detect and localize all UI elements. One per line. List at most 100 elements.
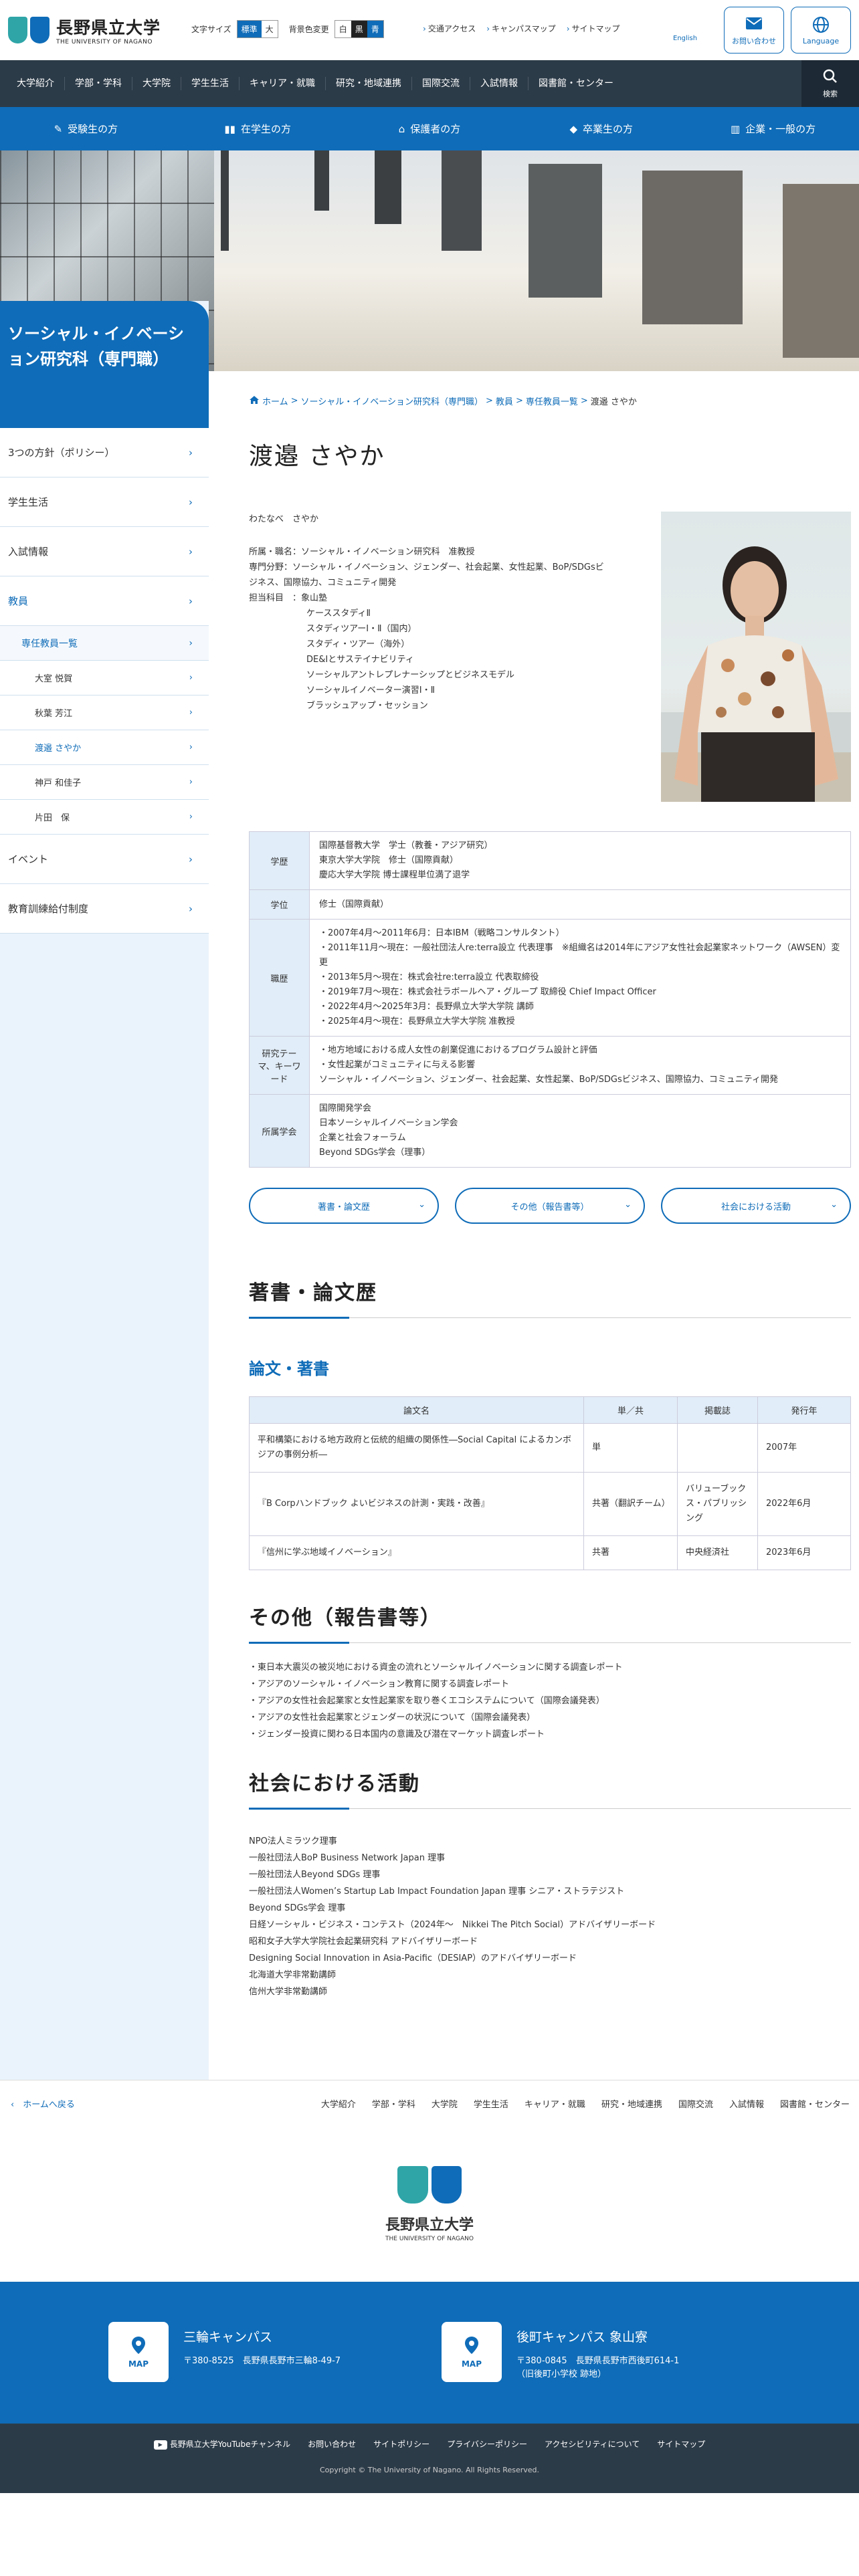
- footer-contact-link[interactable]: お問い合わせ: [308, 2438, 356, 2450]
- logo-name-ja: 長野県立大学: [56, 18, 161, 37]
- list-item: 一般社団法人Women’s Startup Lab Impact Foundat…: [249, 1887, 625, 1897]
- activities-list: NPO法人ミラツク理事 一般社団法人BoP Business Network J…: [249, 1833, 851, 2000]
- sidebar-item-events[interactable]: イベント ›: [0, 835, 209, 884]
- course-item: ソーシャルイノベーター演習Ⅰ・Ⅱ: [306, 685, 435, 695]
- chevron-right-icon: ›: [189, 673, 193, 683]
- breadcrumb-faculty[interactable]: 教員: [496, 395, 513, 407]
- footer-bottom: ▶ 長野県立大学YouTubeチャンネル お問い合わせ サイトポリシー プライバシ…: [0, 2424, 859, 2493]
- gnav-admission[interactable]: 入試情報: [470, 77, 529, 90]
- footer-nav-about[interactable]: 大学紹介: [321, 2097, 356, 2110]
- reports-heading: その他（報告書等）: [249, 1601, 851, 1644]
- map-pin-icon: [131, 2336, 146, 2357]
- sidebar: ソーシャル・イノベーション研究科（専門職） 3つの方針（ポリシー） › 学生生活 ›…: [0, 301, 209, 2080]
- table-row: 『B Corpハンドブック よいビジネスの計測・実践・改善』 共著（翻訳チーム）…: [249, 1472, 851, 1536]
- gnav-student-life[interactable]: 学生生活: [181, 77, 240, 90]
- privacy-policy-link[interactable]: プライバシーポリシー: [447, 2438, 527, 2450]
- footer-nav-admission[interactable]: 入試情報: [729, 2097, 764, 2110]
- tnav-applicants[interactable]: ✎ 受験生の方: [0, 122, 172, 136]
- gnav-faculties[interactable]: 学部・学科: [65, 77, 132, 90]
- anchor-activities[interactable]: 社会における活動 ⌄: [661, 1188, 851, 1224]
- anchor-books[interactable]: 著書・論文歴 ⌄: [249, 1188, 439, 1224]
- accessibility-link[interactable]: アクセシビリティについて: [545, 2438, 640, 2450]
- book-icon: ▮▮: [224, 122, 235, 135]
- link-access[interactable]: 交通アクセス: [423, 23, 476, 34]
- gnav-career[interactable]: キャリア・就職: [240, 77, 326, 90]
- list-item: 北海道大学非常勤講師: [249, 1970, 337, 1980]
- search-button[interactable]: 検索: [801, 60, 859, 107]
- back-to-home-link[interactable]: ‹ ホームへ戻る: [11, 2097, 75, 2110]
- font-size-standard[interactable]: 標準: [237, 21, 262, 37]
- campus-gocho: MAP 後町キャンパス 象山寮 〒380-0845 長野県長野市西後町614-1…: [442, 2322, 679, 2382]
- table-row: 研究テーマ、キーワード ・地方地域における成人女性の創業促進におけるプログラム設…: [249, 1036, 851, 1095]
- map-button-gocho[interactable]: MAP: [442, 2322, 502, 2382]
- chevron-right-icon: ›: [189, 446, 193, 459]
- map-button-miwa[interactable]: MAP: [108, 2322, 169, 2382]
- footer-logo-ja: 長野県立大学: [385, 2217, 474, 2234]
- sidebar-item-student-life[interactable]: 学生生活 ›: [0, 477, 209, 527]
- footer-sitemap-link[interactable]: サイトマップ: [657, 2438, 705, 2450]
- sidebar-item-faculty-list[interactable]: 専任教員一覧 ›: [0, 626, 209, 661]
- tnav-companies[interactable]: ▥ 企業・一般の方: [687, 122, 859, 136]
- list-item: ・ジェンダー投資に関わる日本国内の意識及び潜在マーケット調査レポート: [249, 1729, 545, 1739]
- chevron-right-icon: ›: [189, 902, 193, 915]
- display-controls: 文字サイズ 標準 大 背景色変更 白 黒 青: [191, 20, 384, 38]
- link-campus-map[interactable]: キャンパスマップ: [486, 23, 556, 34]
- contact-label: お問い合わせ: [732, 37, 776, 45]
- university-logo-mark: [397, 2166, 462, 2204]
- tnav-alumni[interactable]: ◆ 卒業生の方: [515, 122, 687, 136]
- footer-nav-research[interactable]: 研究・地域連携: [601, 2097, 662, 2110]
- font-size-large[interactable]: 大: [261, 21, 278, 37]
- tnav-students[interactable]: ▮▮ 在学生の方: [172, 122, 344, 136]
- sidebar-item-omuro[interactable]: 大室 悦賀 ›: [0, 661, 209, 695]
- link-english[interactable]: English: [673, 35, 697, 42]
- gnav-graduate[interactable]: 大学院: [132, 77, 181, 90]
- list-item: ・アジアの女性社会起業家と女性起業家を取り巻くエコシステムについて（国際会議発表…: [249, 1696, 605, 1706]
- campus-address: 〒380-8525 長野県長野市三輪8-49-7: [183, 2356, 341, 2366]
- footer-nav-international[interactable]: 国際交流: [678, 2097, 713, 2110]
- contact-button[interactable]: お問い合わせ: [724, 7, 784, 53]
- course-item: DE&Iとサステイナビリティ: [306, 655, 414, 665]
- anchor-reports[interactable]: その他（報告書等） ⌄: [455, 1188, 645, 1224]
- sidebar-item-policy[interactable]: 3つの方針（ポリシー） ›: [0, 428, 209, 477]
- bg-white[interactable]: 白: [335, 21, 351, 37]
- tnav-parents[interactable]: ⌂ 保護者の方: [344, 122, 516, 136]
- footer-nav-library[interactable]: 図書館・センター: [780, 2097, 850, 2110]
- site-policy-link[interactable]: サイトポリシー: [373, 2438, 430, 2450]
- table-row: 学位 修士（国際貢献）: [249, 889, 851, 920]
- sidebar-item-faculty[interactable]: 教員 ›: [0, 576, 209, 626]
- sidebar-item-watanabe[interactable]: 渡邉 さやか ›: [0, 730, 209, 765]
- footer-logo[interactable]: 長野県立大学 THE UNIVERSITY OF NAGANO: [0, 2127, 859, 2282]
- language-button[interactable]: Language: [791, 7, 851, 53]
- chevron-down-icon: ⌄: [418, 1200, 425, 1210]
- sidebar-item-admission[interactable]: 入試情報 ›: [0, 527, 209, 576]
- course-item: スタディ・ツアー（海外）: [306, 639, 410, 649]
- footer-nav-faculties[interactable]: 学部・学科: [372, 2097, 415, 2110]
- campus-name: 三輪キャンパス: [183, 2330, 273, 2345]
- breadcrumb-faculty-list[interactable]: 専任教員一覧: [526, 395, 578, 407]
- breadcrumb-graduate-school[interactable]: ソーシャル・イノベーション研究科（専門職）: [301, 395, 483, 407]
- breadcrumb-home[interactable]: ホーム: [262, 395, 288, 407]
- sidebar-item-kambe[interactable]: 神戸 和佳子 ›: [0, 765, 209, 800]
- site-logo[interactable]: 長野県立大学 THE UNIVERSITY OF NAGANO: [8, 15, 161, 45]
- list-item: 日経ソーシャル・ビジネス・コンテスト（2024年〜 Nikkei The Pit…: [249, 1920, 656, 1930]
- map-pin-icon: [464, 2336, 479, 2357]
- gnav-about[interactable]: 大学紹介: [7, 77, 65, 90]
- sidebar-item-training-benefit[interactable]: 教育訓練給付制度 ›: [0, 884, 209, 934]
- footer-nav-graduate[interactable]: 大学院: [432, 2097, 458, 2110]
- youtube-link[interactable]: ▶ 長野県立大学YouTubeチャンネル: [153, 2438, 290, 2450]
- list-item: 一般社団法人Beyond SDGs 理事: [249, 1870, 381, 1880]
- footer-nav-career[interactable]: キャリア・就職: [524, 2097, 585, 2110]
- bg-blue[interactable]: 青: [367, 21, 383, 37]
- gnav-international[interactable]: 国際交流: [412, 77, 470, 90]
- sidebar-item-akiba[interactable]: 秋葉 芳江 ›: [0, 695, 209, 730]
- gnav-library[interactable]: 図書館・センター: [529, 77, 624, 90]
- courses-label: 担当科目 ：象山塾: [249, 593, 328, 603]
- sidebar-item-katada[interactable]: 片田 保 ›: [0, 800, 209, 835]
- campus-miwa: MAP 三輪キャンパス 〒380-8525 長野県長野市三輪8-49-7: [108, 2322, 341, 2382]
- main-content: ホーム > ソーシャル・イノベーション研究科（専門職） > 教員 > 専任教員一覧 > …: [249, 395, 851, 2000]
- gnav-research[interactable]: 研究・地域連携: [326, 77, 412, 90]
- list-item: NPO法人ミラツク理事: [249, 1836, 337, 1846]
- footer-nav-student-life[interactable]: 学生生活: [474, 2097, 508, 2110]
- link-sitemap[interactable]: サイトマップ: [567, 23, 620, 34]
- bg-black[interactable]: 黒: [351, 21, 367, 37]
